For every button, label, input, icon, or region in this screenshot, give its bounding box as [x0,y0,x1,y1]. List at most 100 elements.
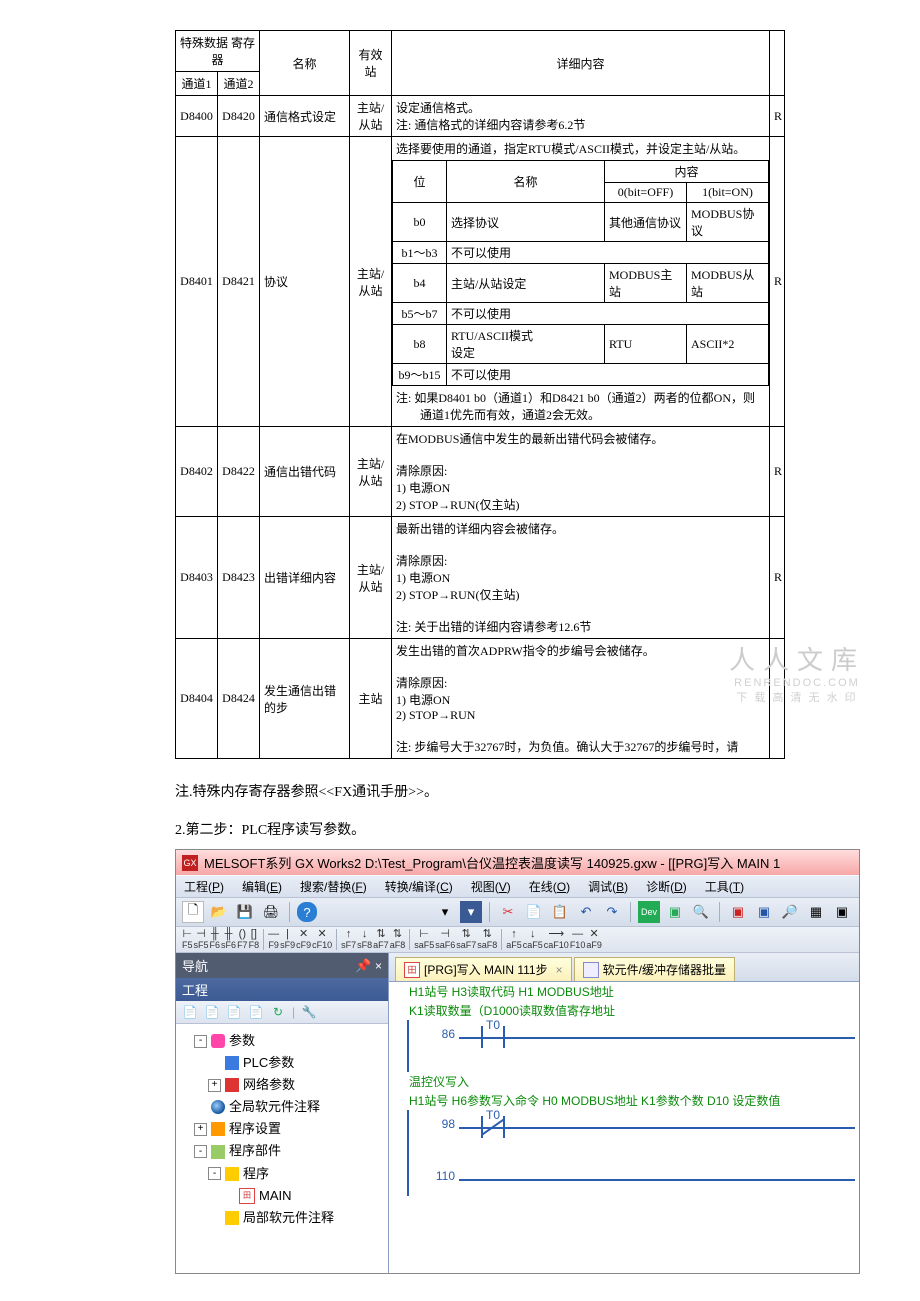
menu-f[interactable]: 搜索/替换(F) [300,878,367,895]
fkey-aF8[interactable]: ⇅aF8 [390,929,406,950]
cpu-icon[interactable]: ▣ [664,901,686,923]
fkey-sF8[interactable]: ↓sF8 [357,929,372,950]
fkey-F7[interactable]: ()F7 [237,929,248,950]
menu-v[interactable]: 视图(V) [471,878,511,895]
memory-icon [583,962,599,978]
new-icon[interactable]: 🗋 [182,901,204,923]
fkey-F5[interactable]: ⊢F5 [182,929,193,950]
hdr-detail: 详细内容 [392,31,770,96]
menu-p[interactable]: 工程(P) [184,878,224,895]
help-icon[interactable]: ? [297,902,317,922]
tree-label: 程序部件 [229,1140,281,1162]
nav-tb-icon[interactable]: 📄 [182,1004,198,1020]
menu-e[interactable]: 编辑(E) [242,878,282,895]
green-icon [211,1145,225,1159]
fkey-aF5[interactable]: ↑aF5 [506,929,522,950]
window-title: MELSOFT系列 GX Works2 D:\Test_Program\台仪温控… [204,853,780,872]
fkey-saF5[interactable]: ⊢saF5 [414,929,434,950]
zoom-icon[interactable]: 🔎 [779,901,801,923]
red-icon[interactable]: ▣ [727,901,749,923]
ladder-icon: 田 [404,962,420,978]
tree-item[interactable]: 全局软元件注释 [194,1096,384,1118]
table-row: D8403 D8423 出错详细内容 主站/ 从站 最新出错的详细内容会被储存。… [176,517,785,639]
dev-icon[interactable]: Dev [638,901,660,923]
nav-tb-icon[interactable]: ↻ [270,1004,286,1020]
tree-item[interactable]: 局部软元件注释 [208,1207,384,1229]
fkey-sF6[interactable]: ╫sF6 [221,929,236,950]
undo-icon[interactable]: ↶ [575,901,597,923]
nav-tb-icon[interactable]: 📄 [248,1004,264,1020]
tree-item[interactable]: -参数 [194,1030,384,1052]
hdr-name: 名称 [260,31,350,96]
menu-b[interactable]: 调试(B) [588,878,628,895]
fkey-F8[interactable]: []F8 [249,929,260,950]
orange-icon [211,1122,225,1136]
paste-icon[interactable]: 📋 [549,901,571,923]
fkey-saF7[interactable]: ⇅saF7 [456,929,476,950]
tab-close-icon[interactable]: × [556,963,563,977]
tree-item[interactable]: +程序设置 [194,1118,384,1140]
fkey-sF9[interactable]: |sF9 [280,929,295,950]
blue-icon[interactable]: ▣ [753,901,775,923]
ladder-editor[interactable]: H1站号 H3读取代码 H1 MODBUS地址 K1读取数量（D1000读取数值… [389,982,859,1273]
fkey-sF7[interactable]: ↑sF7 [341,929,356,950]
fkey-cF10[interactable]: ✕cF10 [312,929,332,950]
dropdown-icon[interactable]: ▾ [434,901,456,923]
tree-item[interactable]: - 程序部件 [194,1140,384,1162]
more-icon[interactable]: ▣ [831,901,853,923]
tree-item[interactable]: -程序 [208,1163,384,1185]
fkey-sF5[interactable]: ⊣sF5 [194,929,209,950]
open-icon[interactable]: 📂 [208,901,230,923]
close-icon[interactable]: × [375,959,382,973]
copy-icon[interactable]: 📄 [523,901,545,923]
tile-icon[interactable]: ▦ [805,901,827,923]
cut-icon[interactable]: ✂ [497,901,519,923]
fkey-saF8[interactable]: ⇅saF8 [477,929,497,950]
tree-item[interactable]: PLC参数 [208,1052,384,1074]
print-icon[interactable]: 🖨 [260,901,282,923]
table-row: D8401 D8421 协议 主站/ 从站 选择要使用的通道，指定RTU模式/A… [176,137,785,427]
expand-icon[interactable]: - [194,1145,207,1158]
hdr-register: 特殊数据 寄存器 [176,31,260,72]
toolbar-fkeys: ⊢F5⊣sF5╫F6╫sF6()F7[]F8 —F9|sF9✕cF9✕cF10 ↑s… [176,927,859,953]
red-icon [225,1078,239,1092]
menu-o[interactable]: 在线(O) [529,878,570,895]
tree-item[interactable]: 田MAIN [222,1185,384,1207]
pin-icon[interactable]: 📌 [355,958,371,973]
fkey-F10[interactable]: —F10 [570,929,586,950]
nav-tb-icon[interactable]: 📄 [204,1004,220,1020]
tree-item[interactable]: +网络参数 [208,1074,384,1096]
fkey-caF10[interactable]: ⟶caF10 [544,929,569,950]
tab-bar: 田[PRG]写入 MAIN 111步× 软元件/缓冲存储器批量 [389,953,859,982]
nav-tb-icon[interactable]: 📄 [226,1004,242,1020]
expand-icon[interactable]: - [208,1167,221,1180]
fkey-F6[interactable]: ╫F6 [210,929,221,950]
fkey-aF7[interactable]: ⇅aF7 [373,929,389,950]
fkey-saF6[interactable]: ⊣saF6 [435,929,455,950]
tab-main[interactable]: 田[PRG]写入 MAIN 111步× [395,957,572,981]
redo-icon[interactable]: ↷ [601,901,623,923]
menu-c[interactable]: 转换/编译(C) [385,878,453,895]
dropdown2-icon[interactable]: ▾ [460,901,482,923]
fkey-caF5[interactable]: ↓caF5 [523,929,543,950]
expand-icon[interactable]: + [194,1123,207,1136]
ladder-comment: H1站号 H6参数写入命令 H0 MODBUS地址 K1参数个数 D10 设定数… [389,1091,859,1110]
fkey-cF9[interactable]: ✕cF9 [296,929,311,950]
fkey-aF9[interactable]: ✕aF9 [586,929,602,950]
toolbar-main: 🗋 📂 💾 🖨 ? ▾ ▾ ✂ 📄 📋 ↶ ↷ Dev ▣ 🔍 ▣ ▣ 🔎 ▦ … [176,898,859,927]
save-icon[interactable]: 💾 [234,901,256,923]
menu-t[interactable]: 工具(T) [705,878,744,895]
fkey-F9[interactable]: —F9 [268,929,279,950]
bit-subtable: 位名称内容 0(bit=OFF)1(bit=ON) b0选择协议其他通信协议MO… [392,160,769,386]
expand-icon[interactable]: + [208,1079,221,1092]
monitor-icon[interactable]: 🔍 [690,901,712,923]
expand-icon[interactable]: - [194,1035,207,1048]
ladder-comment: K1读取数量（D1000读取数值寄存地址 [389,1001,859,1020]
contact-nc-icon[interactable] [473,1110,513,1144]
nav-tb-icon[interactable]: 🔧 [301,1004,317,1020]
nav-project: 工程 [176,978,388,1001]
menu-d[interactable]: 诊断(D) [646,878,687,895]
tab-device[interactable]: 软元件/缓冲存储器批量 [574,957,735,981]
table-row: D8404 D8424 发生通信出错的步 主站 发生出错的首次ADPRW指令的步… [176,639,785,759]
contact-icon[interactable] [473,1020,513,1054]
